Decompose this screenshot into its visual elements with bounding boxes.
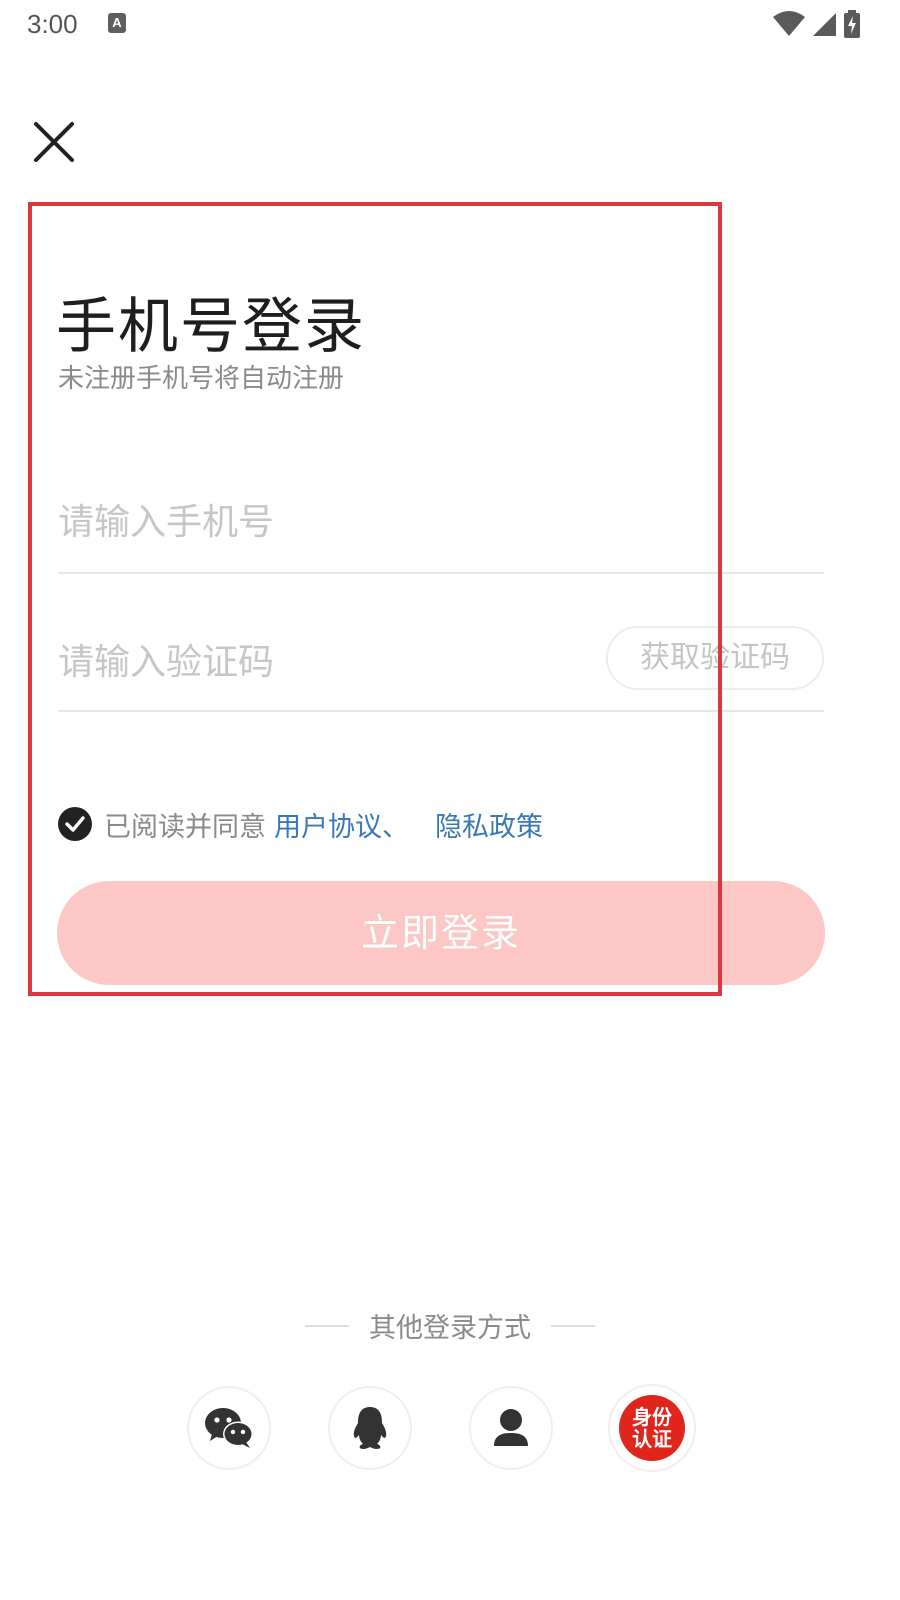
agreement-row: 已阅读并同意 用户协议、 隐私政策 (58, 804, 543, 844)
user-icon (494, 1409, 528, 1446)
other-login-label: 其他登录方式 (369, 1313, 531, 1344)
qq-login-button[interactable] (328, 1386, 412, 1470)
login-button[interactable]: 立即登录 (57, 881, 825, 985)
id-badge-line2: 认证 (632, 1427, 672, 1451)
signal-icon (813, 13, 836, 36)
verification-code-input[interactable] (58, 642, 578, 683)
code-field-row: 获取验证码 (58, 626, 824, 712)
user-agreement-link[interactable]: 用户协议、 (274, 805, 409, 844)
social-login-row: 身份 认证 (0, 1384, 900, 1474)
checkmark-icon (65, 816, 85, 832)
qq-penguin-icon (353, 1407, 387, 1449)
wechat-icon (205, 1408, 253, 1448)
keyboard-a-icon: A (108, 13, 126, 33)
phone-field-row (58, 490, 824, 574)
status-bar: 3:00 A (0, 0, 900, 50)
agreement-text: 已阅读并同意 (104, 811, 266, 843)
page-subtitle: 未注册手机号将自动注册 (58, 364, 345, 394)
divider-line-left (305, 1324, 349, 1327)
account-login-button[interactable] (469, 1386, 553, 1470)
divider-line-right (551, 1324, 595, 1327)
close-icon (34, 122, 74, 162)
get-code-button[interactable]: 获取验证码 (606, 626, 824, 690)
wechat-login-button[interactable] (187, 1386, 271, 1470)
id-verify-login-button[interactable]: 身份 认证 (608, 1384, 696, 1472)
agreement-checkbox[interactable] (58, 807, 92, 841)
id-verify-icon: 身份 认证 (619, 1395, 685, 1461)
privacy-policy-link[interactable]: 隐私政策 (435, 805, 543, 844)
battery-charging-icon (844, 10, 860, 38)
status-icons (772, 10, 860, 38)
status-time: 3:00 (27, 9, 78, 39)
close-button[interactable] (30, 118, 78, 166)
page-title: 手机号登录 (56, 292, 366, 362)
phone-input[interactable] (58, 502, 578, 543)
other-login-divider: 其他登录方式 (0, 1306, 900, 1345)
wifi-icon (773, 11, 805, 36)
id-badge-line1: 身份 (632, 1405, 672, 1429)
